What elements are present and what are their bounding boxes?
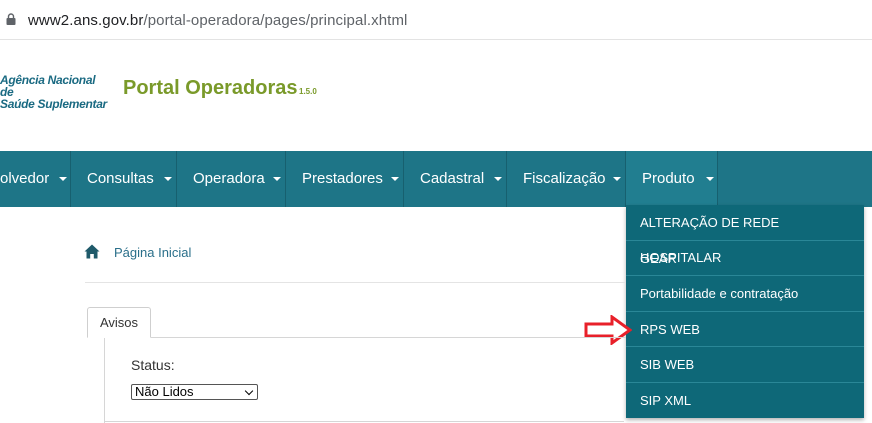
chevron-down-icon	[273, 177, 281, 181]
menu-item-sip-xml[interactable]: SIP XML	[626, 383, 864, 419]
nav-item-label: Fiscalização	[523, 170, 606, 187]
chevron-down-icon	[244, 386, 254, 396]
menu-item-portabilidade[interactable]: Portabilidade e contratação	[626, 276, 864, 312]
status-select[interactable]: Não Lidos	[131, 384, 258, 400]
url-path: /portal-operadora/pages/principal.xhtml	[143, 12, 408, 29]
nav-item-prestadores[interactable]: Prestadores	[286, 151, 404, 207]
ans-logo[interactable]: Agência Nacional de Saúde Suplementar	[0, 74, 110, 110]
home-icon[interactable]	[84, 244, 100, 259]
nav-item-label: Cadastral	[420, 170, 485, 187]
url-text[interactable]: www2.ans.gov.br/portal-operadora/pages/p…	[28, 12, 407, 29]
divider	[85, 282, 625, 283]
nav-item-consultas[interactable]: Consultas	[71, 151, 177, 207]
chevron-down-icon	[59, 177, 67, 181]
nav-item-operadora[interactable]: Operadora	[177, 151, 286, 207]
menu-item-sib-web[interactable]: SIB WEB	[626, 347, 864, 383]
breadcrumb-home-link[interactable]: Página Inicial	[114, 245, 191, 260]
browser-address-bar[interactable]: www2.ans.gov.br/portal-operadora/pages/p…	[0, 0, 872, 40]
nav-item-label: Produto	[642, 170, 695, 187]
red-arrow-icon	[584, 315, 632, 345]
lock-icon	[6, 13, 16, 25]
tab-avisos[interactable]: Avisos	[87, 307, 151, 338]
page-title: Portal Operadoras	[123, 77, 298, 99]
url-host: www2.ans.gov.br	[28, 12, 144, 29]
chevron-down-icon	[391, 177, 399, 181]
main-navbar: olvedor Consultas Operadora Prestadores …	[0, 151, 872, 207]
status-label: Status:	[131, 357, 175, 373]
tab-divider	[151, 337, 626, 338]
version-label: 1.5.0	[299, 87, 317, 96]
logo-line-1: Agência Nacional de	[0, 73, 96, 99]
logo-line-2: Saúde Suplementar	[0, 97, 107, 111]
panel-bottom-border	[104, 421, 624, 422]
chevron-down-icon	[164, 177, 172, 181]
nav-item-label: Consultas	[87, 170, 154, 187]
nav-item-label: Operadora	[193, 170, 265, 187]
menu-item-rps-web[interactable]: RPS WEB	[626, 312, 864, 347]
chevron-down-icon	[706, 177, 714, 181]
chevron-down-icon	[494, 177, 502, 181]
produto-dropdown-menu: ALTERAÇÃO DE REDE HOSPITALAR GEAR Portab…	[626, 205, 864, 418]
nav-item-label: olvedor	[0, 170, 50, 187]
nav-item-solvedor[interactable]: olvedor	[0, 151, 71, 207]
menu-item-gear[interactable]: GEAR	[626, 241, 864, 276]
chevron-down-icon	[613, 177, 621, 181]
nav-item-cadastral[interactable]: Cadastral	[404, 151, 507, 207]
nav-item-produto[interactable]: Produto	[626, 151, 718, 207]
menu-item-alteracao-rede-hospitalar[interactable]: ALTERAÇÃO DE REDE HOSPITALAR	[626, 205, 864, 265]
nav-item-label: Prestadores	[302, 170, 383, 187]
status-select-value: Não Lidos	[135, 384, 194, 399]
nav-item-fiscalizacao[interactable]: Fiscalização	[507, 151, 626, 207]
panel-left-border	[104, 338, 105, 423]
